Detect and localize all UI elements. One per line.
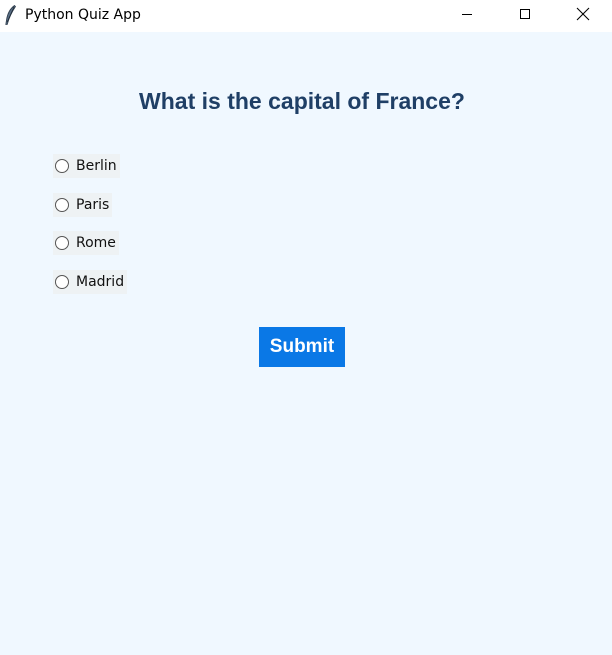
minimize-button[interactable]: [438, 0, 496, 32]
option-label: Madrid: [76, 274, 125, 290]
feather-icon: [3, 4, 19, 26]
window-title: Python Quiz App: [25, 7, 141, 23]
option-rome[interactable]: Rome: [53, 231, 119, 255]
radio-button[interactable]: [55, 236, 69, 250]
option-madrid[interactable]: Madrid: [53, 270, 128, 294]
maximize-icon: [519, 7, 531, 25]
option-label: Paris: [76, 197, 110, 213]
option-label: Rome: [76, 235, 116, 251]
radio-button[interactable]: [55, 275, 69, 289]
radio-button[interactable]: [55, 198, 69, 212]
maximize-button[interactable]: [496, 0, 554, 32]
submit-button[interactable]: Submit: [259, 327, 345, 367]
question-text: What is the capital of France?: [139, 88, 465, 114]
close-button[interactable]: [554, 0, 612, 32]
option-berlin[interactable]: Berlin: [53, 154, 120, 178]
app-window: Python Quiz App What is the capital of F…: [0, 0, 612, 655]
option-paris[interactable]: Paris: [53, 193, 113, 217]
title-bar[interactable]: Python Quiz App: [0, 0, 612, 32]
radio-button[interactable]: [55, 159, 69, 173]
close-icon: [576, 7, 590, 26]
minimize-icon: [461, 7, 473, 25]
option-label: Berlin: [76, 158, 117, 174]
